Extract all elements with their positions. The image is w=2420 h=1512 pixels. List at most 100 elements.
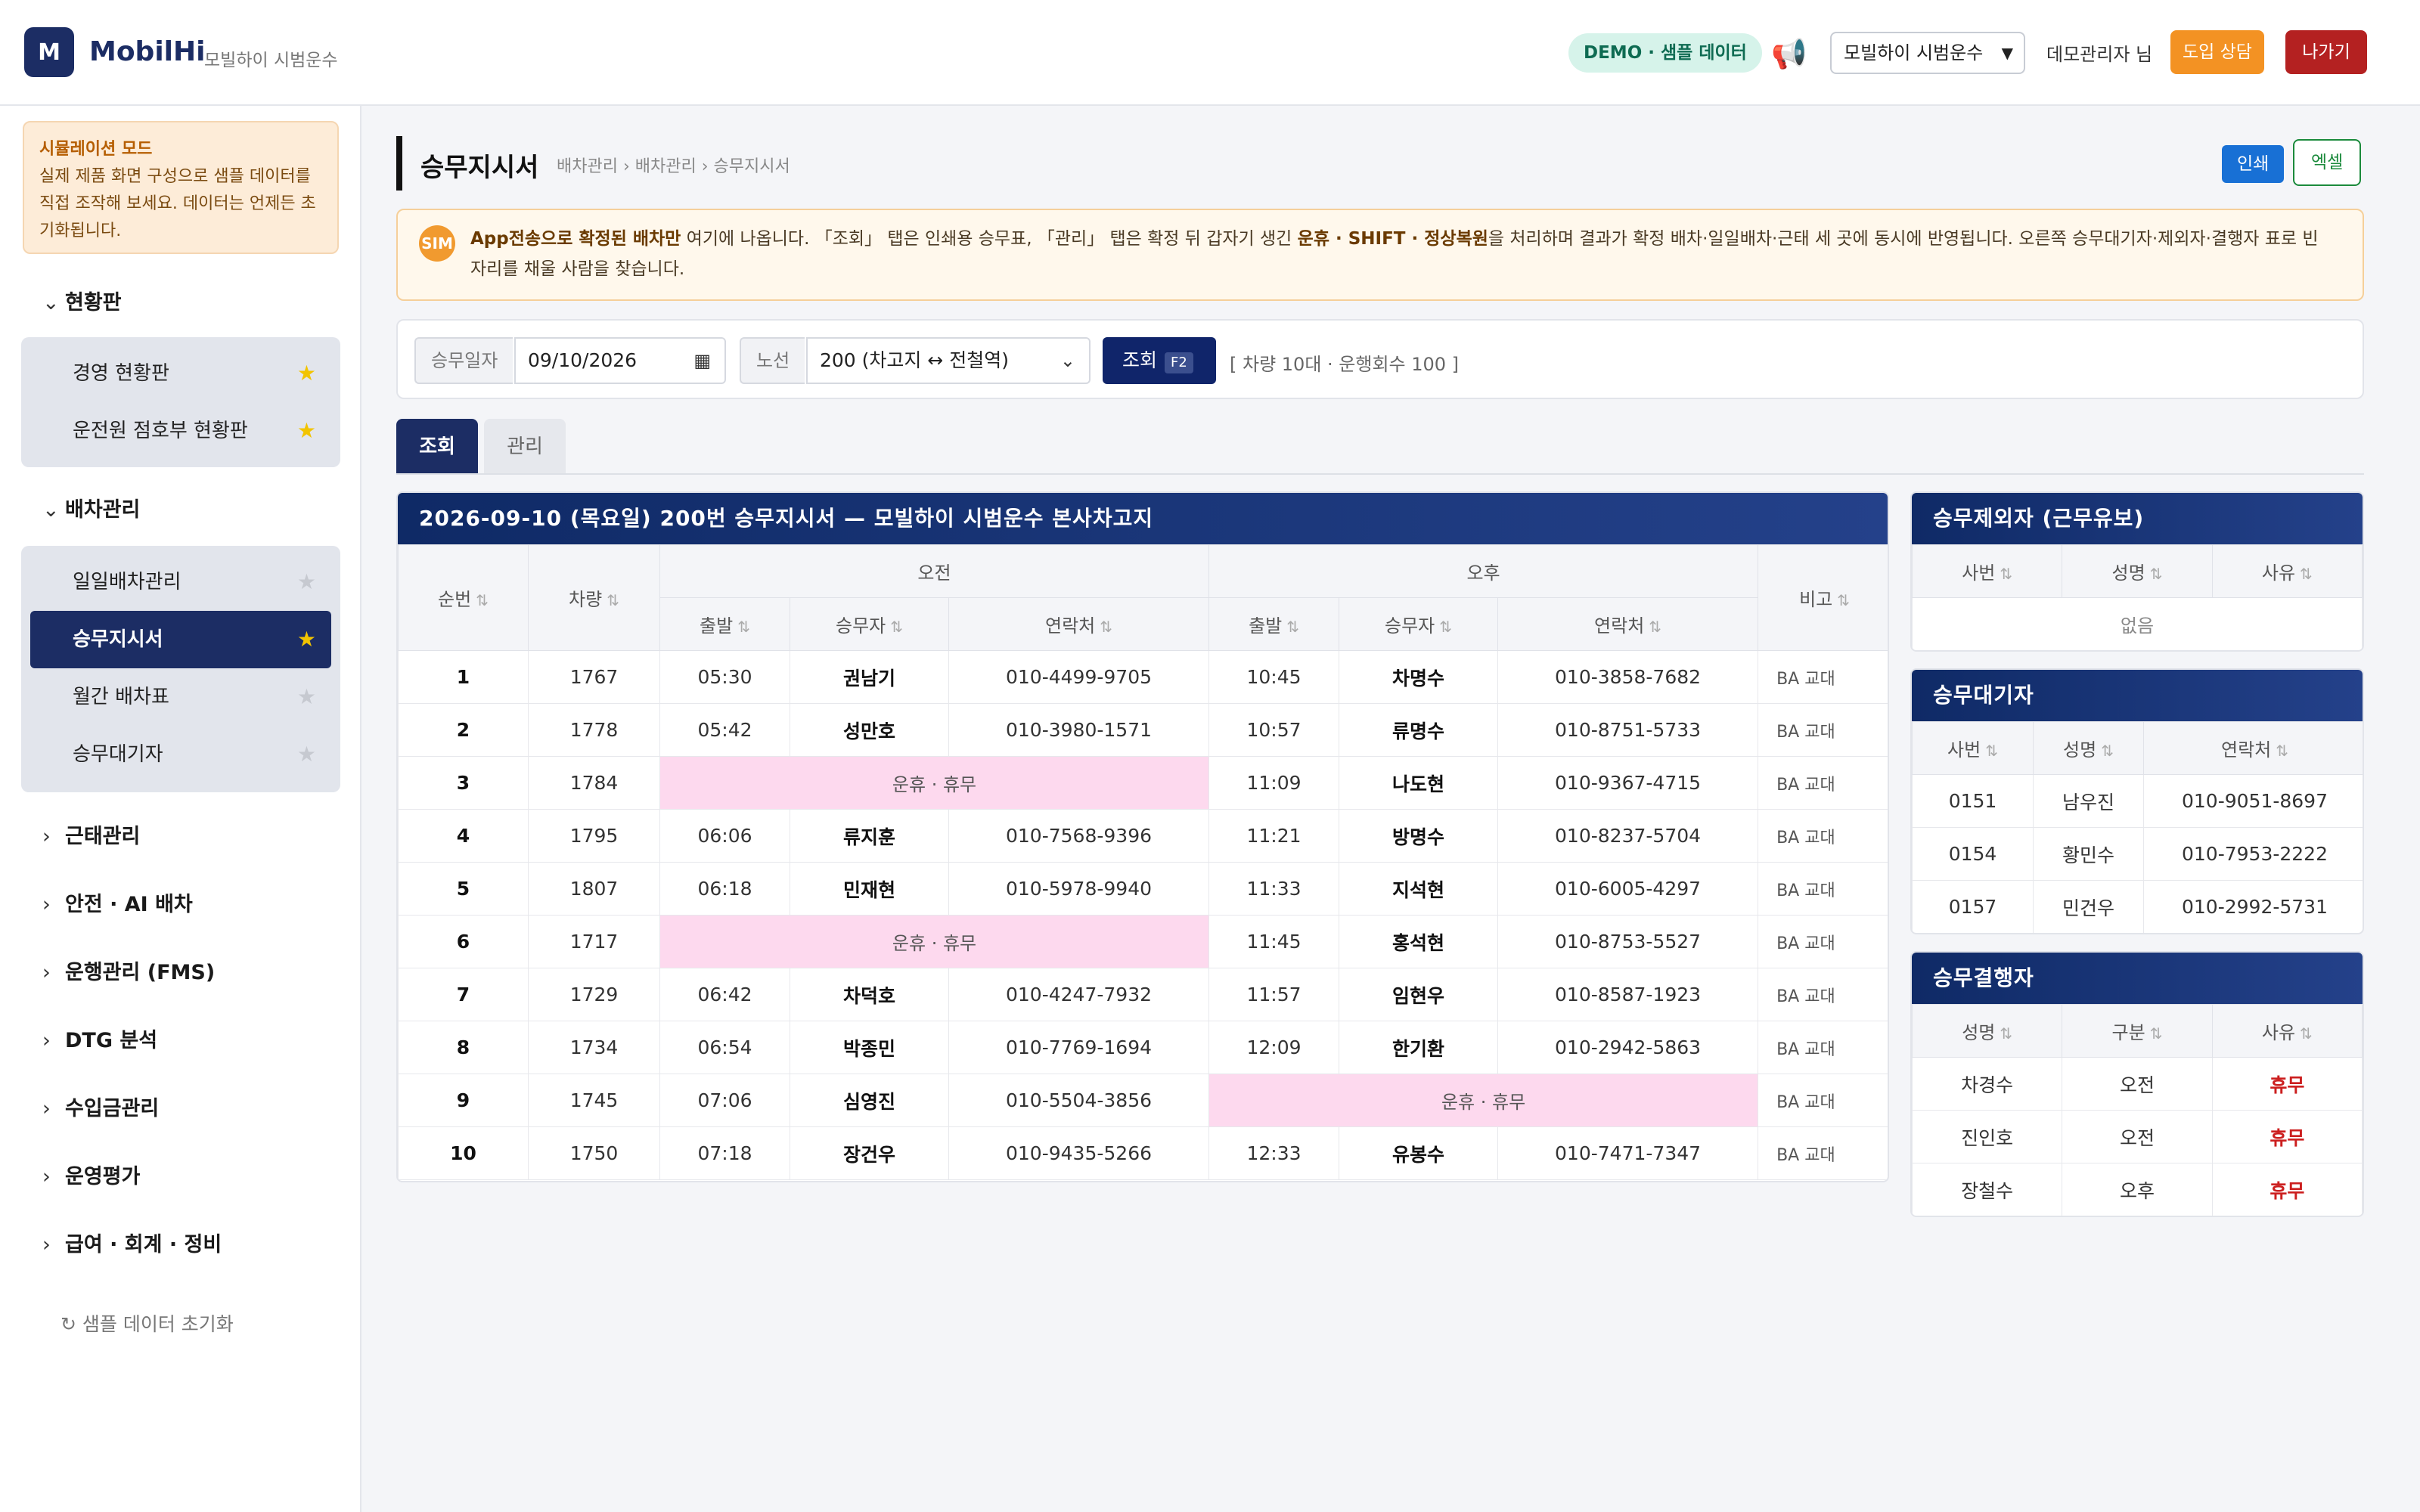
col-pm-depart[interactable]: 출발 ⇅ (1208, 597, 1340, 651)
pm-driver-cell[interactable]: 류명수 (1339, 703, 1499, 757)
col-name[interactable]: 성명 ⇅ (2062, 544, 2213, 598)
pm-driver-cell[interactable]: 방명수 (1339, 809, 1499, 863)
col-am-depart[interactable]: 출발 ⇅ (659, 597, 790, 651)
star-icon[interactable]: ★ (297, 345, 316, 402)
calendar-icon[interactable]: ▦ (693, 339, 711, 383)
tab-view[interactable]: 조회 (396, 419, 478, 475)
table-row[interactable]: 0151 남우진 010-9051-8697 (1912, 774, 2363, 828)
am-driver-cell[interactable]: 차덕호 (790, 968, 949, 1021)
col-pm-driver[interactable]: 승무자 ⇅ (1339, 597, 1499, 651)
exit-button[interactable]: 나가기 (2285, 30, 2367, 74)
sidebar-item-management-dashboard[interactable]: 경영 현황판 ★ (30, 345, 331, 402)
table-row[interactable]: 차경수 오전 휴무 (1912, 1057, 2363, 1111)
col-am-phone[interactable]: 연락처 ⇅ (948, 597, 1210, 651)
am-driver-cell[interactable]: 성만호 (790, 703, 949, 757)
am-driver-cell[interactable]: 류지훈 (790, 809, 949, 863)
pm-driver-cell[interactable]: 임현우 (1339, 968, 1499, 1021)
pm-driver-cell[interactable]: 홍석현 (1339, 915, 1499, 968)
col-name[interactable]: 성명 ⇅ (2033, 721, 2144, 775)
star-icon[interactable]: ★ (297, 611, 316, 668)
sidebar-section-dispatch[interactable]: ⌄ 배차관리 (42, 493, 140, 522)
table-row[interactable]: 4 1795 06:06 류지훈 010-7568-9396 11:21 방명수 010-82… (398, 809, 1888, 863)
col-reason[interactable]: 사유 ⇅ (2211, 1004, 2363, 1058)
am-driver-cell[interactable]: 민재현 (790, 862, 949, 916)
table-row[interactable]: 진인호 오전 휴무 (1912, 1110, 2363, 1163)
am-off-cell[interactable]: 운휴 · 휴무 (659, 915, 1210, 968)
sidebar-item-standby[interactable]: 승무대기자 ★ (30, 726, 331, 783)
query-button[interactable]: 조회 F2 (1103, 337, 1216, 384)
table-row[interactable]: 10 1750 07:18 장건우 010-9435-5266 12:33 유봉수 010-7… (398, 1126, 1888, 1180)
route-select[interactable]: 200 (차고지 ↔ 전철역) ⌄ (806, 337, 1091, 384)
sidebar-section-safety-ai[interactable]: › 안전 · AI 배차 (42, 888, 193, 917)
table-row[interactable]: 2 1778 05:42 성만호 010-3980-1571 10:57 류명수 010-87… (398, 703, 1888, 757)
am-driver-cell[interactable]: 권남기 (790, 650, 949, 704)
star-icon[interactable]: ★ (297, 402, 316, 460)
sidebar-item-driver-rollcall-dashboard[interactable]: 운전원 점호부 현황판 ★ (30, 402, 331, 460)
reset-sample-data-link[interactable]: ↻ 샘플 데이터 초기화 (60, 1309, 234, 1337)
sidebar-item-monthly-schedule[interactable]: 월간 배차표 ★ (30, 668, 331, 726)
col-seq[interactable]: 순번 ⇅ (398, 544, 529, 651)
star-icon[interactable]: ★ (297, 668, 316, 726)
table-row[interactable]: 1 1767 05:30 권남기 010-4499-9705 10:45 차명수 010-38… (398, 650, 1888, 704)
pm-driver-cell[interactable]: 지석현 (1339, 862, 1499, 916)
pm-depart-cell: 11:45 (1208, 915, 1340, 968)
megaphone-icon[interactable]: 📢 (1771, 36, 1807, 71)
col-am-driver[interactable]: 승무자 ⇅ (790, 597, 949, 651)
page-title: 승무지시서 (420, 153, 539, 183)
pm-driver-cell[interactable]: 한기환 (1339, 1021, 1499, 1074)
tab-manage[interactable]: 관리 (484, 419, 566, 475)
table-row[interactable]: 9 1745 07:06 심영진 010-5504-3856 운휴 · 휴무 BA 교대 (398, 1074, 1888, 1127)
col-emp-no[interactable]: 사번 ⇅ (1912, 721, 2034, 775)
col-vehicle[interactable]: 차량 ⇅ (528, 544, 660, 651)
star-icon[interactable]: ★ (297, 553, 316, 611)
table-row[interactable]: 8 1734 06:54 박종민 010-7769-1694 12:09 한기환 010-29… (398, 1021, 1888, 1074)
print-button[interactable]: 인쇄 (2222, 145, 2285, 183)
am-driver-cell[interactable]: 박종민 (790, 1021, 949, 1074)
am-off-cell[interactable]: 운휴 · 휴무 (659, 756, 1210, 810)
pm-driver-cell[interactable]: 유봉수 (1339, 1126, 1499, 1180)
sidebar-section-revenue[interactable]: › 수입금관리 (42, 1092, 159, 1121)
col-note[interactable]: 비고 ⇅ (1758, 544, 1888, 651)
note-cell: BA 교대 (1758, 1021, 1888, 1074)
name-cell: 황민수 (2033, 827, 2144, 881)
sidebar-section-attendance[interactable]: › 근태관리 (42, 820, 140, 849)
star-icon[interactable]: ★ (297, 726, 316, 783)
table-row[interactable]: 7 1729 06:42 차덕호 010-4247-7932 11:57 임현우 010-85… (398, 968, 1888, 1021)
table-row[interactable]: 장철수 오후 휴무 (1912, 1163, 2363, 1216)
pm-driver-cell[interactable]: 차명수 (1339, 650, 1499, 704)
col-name[interactable]: 성명 ⇅ (1912, 1004, 2063, 1058)
am-driver-cell[interactable]: 장건우 (790, 1126, 949, 1180)
phone-cell: 010-2992-5731 (2143, 880, 2363, 933)
table-row[interactable]: 3 1784 운휴 · 휴무 11:09 나도현 010-9367-4715 BA 교대 (398, 756, 1888, 810)
pm-off-cell[interactable]: 운휴 · 휴무 (1208, 1074, 1759, 1127)
simulation-notice-text: 실제 제품 화면 구성으로 샘플 데이터를 직접 조작해 보세요. 데이터는 언… (39, 167, 316, 240)
col-emp-no[interactable]: 사번 ⇅ (1912, 544, 2063, 598)
sidebar-section-dashboard[interactable]: ⌄ 현황판 (42, 286, 122, 315)
shift-cell: 오전 (2062, 1057, 2213, 1111)
sidebar-section-dtg[interactable]: › DTG 분석 (42, 1024, 157, 1053)
pm-driver-cell[interactable]: 나도현 (1339, 756, 1499, 810)
sidebar-section-evaluation[interactable]: › 운영평가 (42, 1160, 140, 1189)
col-shift[interactable]: 구분 ⇅ (2062, 1004, 2213, 1058)
company-select[interactable]: 모빌하이 시범운수 ▼ (1830, 32, 2025, 74)
logo[interactable]: M (24, 27, 74, 77)
table-row[interactable]: 0154 황민수 010-7953-2222 (1912, 827, 2363, 881)
sidebar-item-daily-dispatch[interactable]: 일일배차관리 ★ (30, 553, 331, 611)
pm-depart-cell: 10:45 (1208, 650, 1340, 704)
sidebar-section-payroll[interactable]: › 급여 · 회계 · 정비 (42, 1228, 222, 1257)
excel-button[interactable]: 엑셀 (2293, 139, 2362, 186)
col-pm-phone[interactable]: 연락처 ⇅ (1497, 597, 1759, 651)
sidebar-section-fms[interactable]: › 운행관리 (FMS) (42, 956, 215, 985)
col-reason[interactable]: 사유 ⇅ (2211, 544, 2363, 598)
sidebar-item-crew-order[interactable]: 승무지시서 ★ (30, 611, 331, 668)
col-phone[interactable]: 연락처 ⇅ (2143, 721, 2363, 775)
pm-depart-cell: 11:21 (1208, 809, 1340, 863)
consult-button[interactable]: 도입 상담 (2170, 30, 2264, 74)
table-row[interactable]: 6 1717 운휴 · 휴무 11:45 홍석현 010-8753-5527 BA 교대 (398, 915, 1888, 968)
table-row[interactable]: 0157 민건우 010-2992-5731 (1912, 880, 2363, 933)
crew-order-panel: 2026-09-10 (목요일) 200번 승무지시서 — 모빌하이 시범운수 … (396, 491, 1889, 1182)
excluded-panel: 승무제외자 (근무유보) 사번 ⇅ 성명 ⇅ 사유 ⇅ 없음 (1910, 491, 2364, 652)
am-driver-cell[interactable]: 심영진 (790, 1074, 949, 1127)
date-input[interactable]: 09/10/2026 ▦ (514, 337, 726, 384)
table-row[interactable]: 5 1807 06:18 민재현 010-5978-9940 11:33 지석현 010-60… (398, 862, 1888, 916)
